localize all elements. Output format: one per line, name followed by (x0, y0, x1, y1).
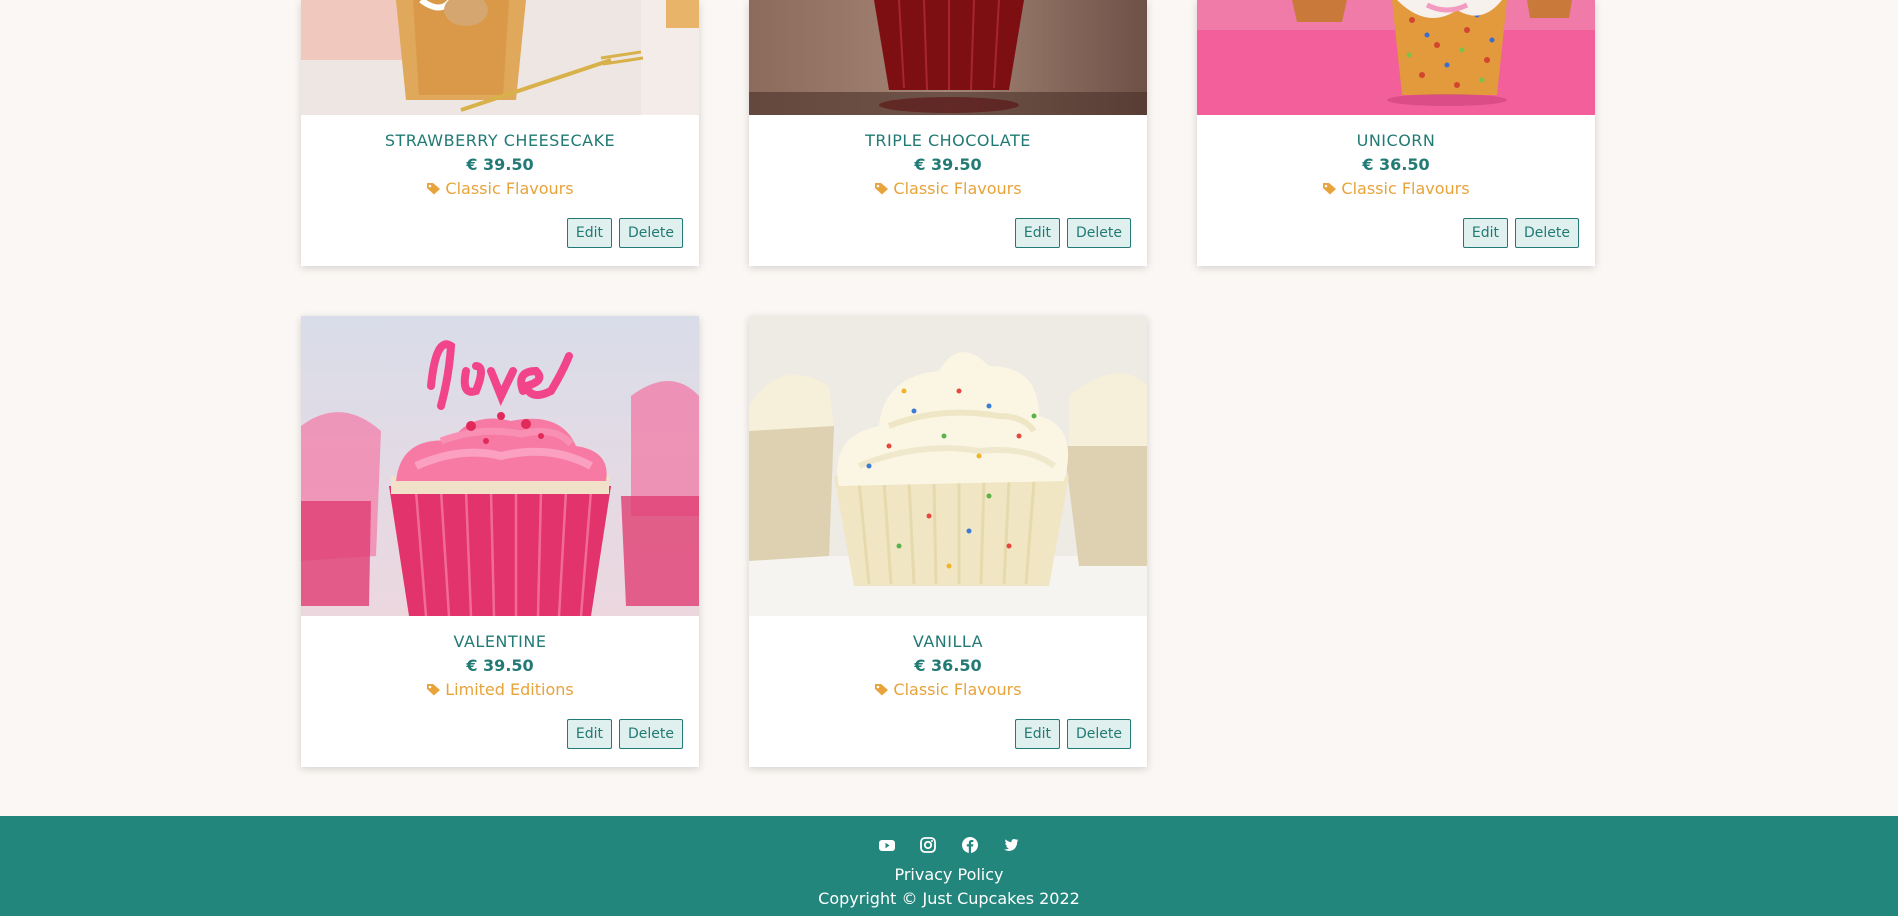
edit-button[interactable]: Edit (566, 218, 612, 248)
category-label: Classic Flavours (893, 680, 1022, 699)
site-footer: Privacy Policy Copyright © Just Cupcakes… (0, 816, 1898, 916)
privacy-policy-link[interactable]: Privacy Policy (0, 865, 1898, 884)
product-price: € 36.50 (914, 656, 982, 675)
product-card: UNICORN € 36.50 Classic Flavours Edit Del… (1197, 0, 1595, 266)
delete-button[interactable]: Delete (1067, 218, 1131, 248)
copyright: Copyright © Just Cupcakes 2022 (818, 889, 1080, 908)
product-image[interactable] (301, 316, 699, 616)
delete-button[interactable]: Delete (1515, 218, 1579, 248)
product-card: VALENTINE € 39.50 Limited Editions Edit D… (301, 316, 699, 767)
product-card: STRAWBERRY CHEESECAKE € 39.50 Classic Fl… (301, 0, 699, 266)
card-actions: Edit Delete (560, 719, 683, 749)
card-actions: Edit Delete (1008, 218, 1131, 248)
twitter-icon[interactable] (1002, 836, 1020, 854)
product-category[interactable]: Limited Editions (301, 680, 699, 699)
category-label: Classic Flavours (893, 179, 1022, 198)
product-name[interactable]: VANILLA (749, 632, 1147, 651)
facebook-icon[interactable] (961, 836, 979, 854)
card-actions: Edit Delete (560, 218, 683, 248)
product-image[interactable] (301, 0, 699, 115)
product-card: VANILLA € 36.50 Classic Flavours Edit Del… (749, 316, 1147, 767)
delete-button[interactable]: Delete (619, 719, 683, 749)
product-category[interactable]: Classic Flavours (1197, 179, 1595, 198)
delete-button[interactable]: Delete (619, 218, 683, 248)
product-category[interactable]: Classic Flavours (301, 179, 699, 198)
product-image[interactable] (749, 316, 1147, 616)
tag-icon (427, 684, 441, 696)
tag-icon (427, 183, 441, 195)
product-name[interactable]: VALENTINE (301, 632, 699, 651)
category-label: Classic Flavours (445, 179, 574, 198)
product-name[interactable]: TRIPLE CHOCOLATE (749, 131, 1147, 150)
product-image[interactable] (749, 0, 1147, 115)
product-image[interactable] (1197, 0, 1595, 115)
product-price: € 39.50 (466, 656, 534, 675)
tag-icon (875, 684, 889, 696)
edit-button[interactable]: Edit (566, 719, 612, 749)
product-category[interactable]: Classic Flavours (749, 680, 1147, 699)
product-name[interactable]: UNICORN (1197, 131, 1595, 150)
product-price: € 39.50 (914, 155, 982, 174)
category-label: Limited Editions (445, 680, 574, 699)
tag-icon (875, 183, 889, 195)
product-card: TRIPLE CHOCOLATE € 39.50 Classic Flavour… (749, 0, 1147, 266)
youtube-icon[interactable] (878, 836, 896, 854)
product-price: € 39.50 (466, 155, 534, 174)
edit-button[interactable]: Edit (1014, 719, 1060, 749)
card-actions: Edit Delete (1008, 719, 1131, 749)
edit-button[interactable]: Edit (1462, 218, 1508, 248)
category-label: Classic Flavours (1341, 179, 1470, 198)
edit-button[interactable]: Edit (1014, 218, 1060, 248)
social-links (0, 834, 1898, 854)
tag-icon (1323, 183, 1337, 195)
card-actions: Edit Delete (1456, 218, 1579, 248)
product-category[interactable]: Classic Flavours (749, 179, 1147, 198)
product-price: € 36.50 (1362, 155, 1430, 174)
instagram-icon[interactable] (919, 836, 937, 854)
product-name[interactable]: STRAWBERRY CHEESECAKE (301, 131, 699, 150)
delete-button[interactable]: Delete (1067, 719, 1131, 749)
